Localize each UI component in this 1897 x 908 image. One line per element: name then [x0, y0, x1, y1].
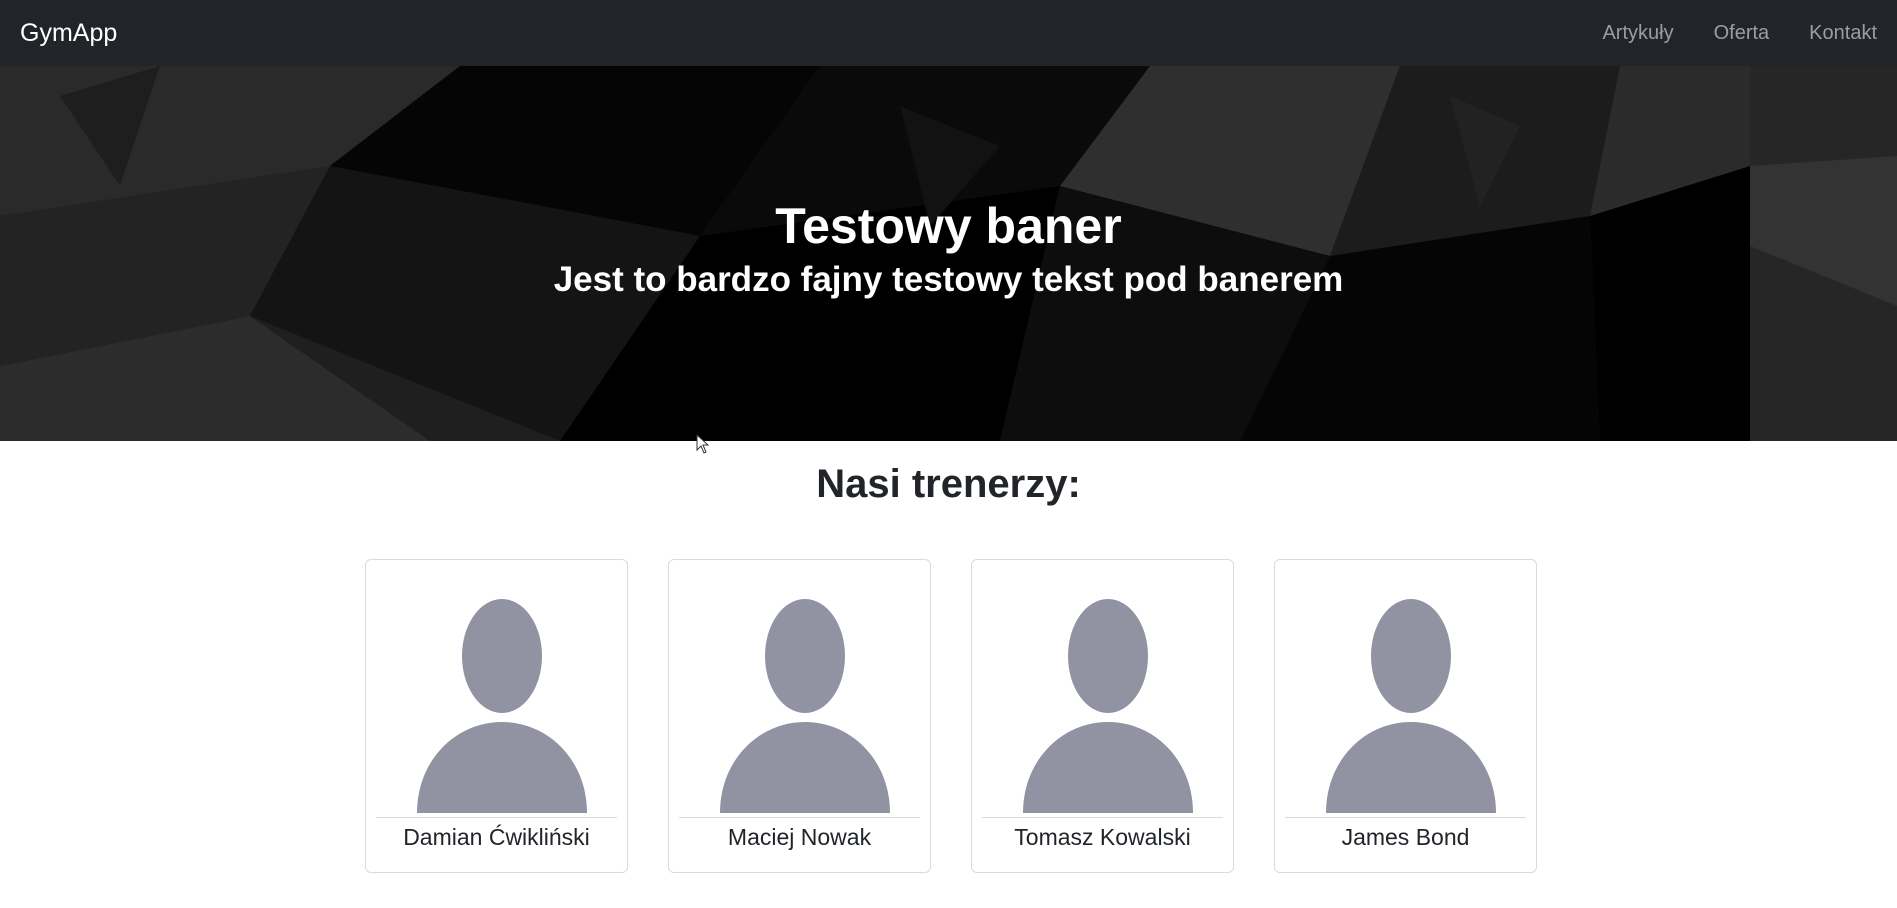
person-placeholder-icon	[720, 599, 890, 813]
trainer-name: James Bond	[1341, 824, 1470, 850]
brand-logo-link[interactable]: GymApp	[20, 19, 117, 48]
banner-subtitle: Jest to bardzo fajny testowy tekst pod b…	[553, 260, 1344, 299]
trainer-name: Damian Ćwikliński	[403, 824, 590, 850]
person-placeholder-icon	[417, 599, 587, 813]
trainer-cards: Damian Ćwikliński Maciej Nowak Tomasz Ko…	[365, 559, 1537, 873]
banner-title: Testowy baner	[775, 198, 1122, 254]
nav-link-kontakt[interactable]: Kontakt	[1809, 22, 1877, 45]
trainer-name: Tomasz Kowalski	[1014, 824, 1191, 850]
trainer-card[interactable]: James Bond	[1274, 559, 1537, 873]
trainer-name: Maciej Nowak	[727, 824, 872, 850]
nav-links: Artykuły Oferta Kontakt	[1602, 22, 1877, 45]
trainer-card[interactable]: Damian Ćwikliński	[365, 559, 628, 873]
nav-link-artykuly[interactable]: Artykuły	[1602, 22, 1673, 45]
top-navbar: GymApp Artykuły Oferta Kontakt	[0, 0, 1897, 66]
person-placeholder-icon	[1023, 599, 1193, 813]
trainers-heading: Nasi trenerzy:	[816, 462, 1081, 506]
hero-banner: Testowy baner Jest to bardzo fajny testo…	[0, 66, 1897, 441]
person-placeholder-icon	[1326, 599, 1496, 813]
banner-text: Testowy baner Jest to bardzo fajny testo…	[0, 196, 1897, 302]
trainer-card[interactable]: Maciej Nowak	[668, 559, 931, 873]
mouse-cursor-icon	[696, 434, 710, 454]
nav-link-oferta[interactable]: Oferta	[1714, 22, 1770, 45]
trainer-card[interactable]: Tomasz Kowalski	[971, 559, 1234, 873]
